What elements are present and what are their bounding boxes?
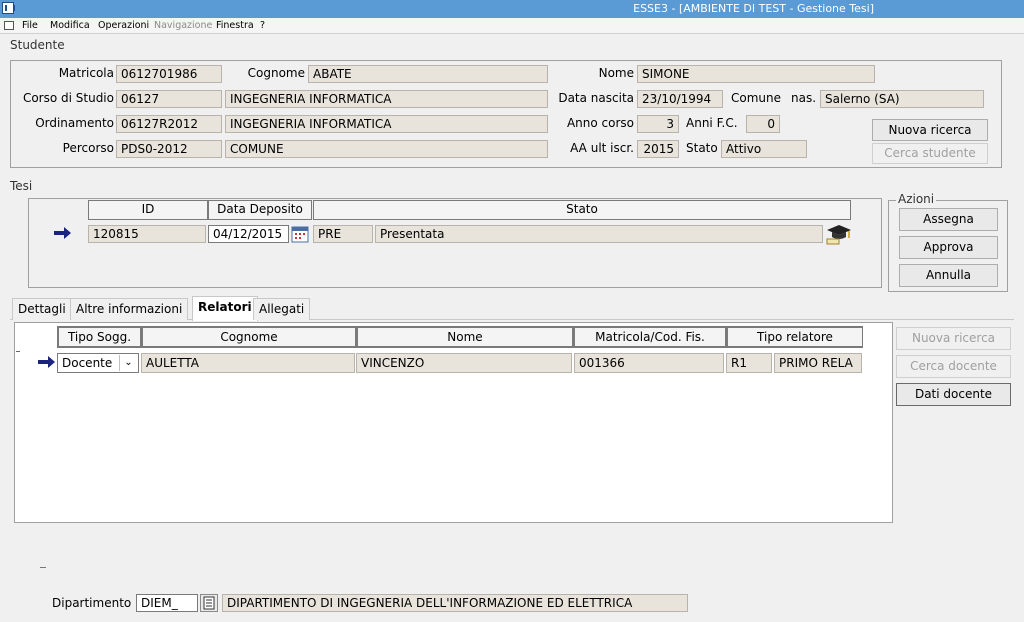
- cerca-docente-button[interactable]: Cerca docente: [896, 355, 1011, 378]
- calendar-icon[interactable]: [291, 225, 309, 243]
- relatore-tipo-code-field[interactable]: R1: [726, 353, 772, 373]
- lookup-list-icon[interactable]: [200, 594, 218, 612]
- relatore-tipo-desc-field[interactable]: PRIMO RELA: [774, 353, 862, 373]
- percorso-desc-field[interactable]: COMUNE: [225, 140, 548, 158]
- nas-label: nas.: [791, 91, 817, 105]
- approva-button[interactable]: Approva: [899, 236, 998, 259]
- cerca-studente-button[interactable]: Cerca studente: [872, 143, 988, 164]
- tesi-group-label: Tesi: [10, 179, 33, 193]
- tipo-sogg-value: Docente: [62, 356, 113, 370]
- document-icon[interactable]: [4, 21, 14, 30]
- relatore-row-arrow-icon: [38, 356, 55, 368]
- nuova-ricerca-docente-button[interactable]: Nuova ricerca: [896, 327, 1011, 350]
- tab-relatori[interactable]: Relatori: [192, 296, 258, 321]
- row-indicator-dash: [16, 351, 20, 352]
- tesi-stato-desc-field[interactable]: Presentata: [375, 225, 823, 243]
- nome-field[interactable]: SIMONE: [637, 65, 875, 83]
- cognome-field[interactable]: ABATE: [308, 65, 548, 83]
- relatore-matricola-field[interactable]: 001366: [574, 353, 724, 373]
- anni-fc-label: Anni F.C.: [686, 116, 738, 130]
- menu-bar: File Modifica Operazioni Navigazione Fin…: [0, 18, 1024, 34]
- anno-corso-label: Anno corso: [566, 116, 634, 130]
- matricola-field[interactable]: 0612701986: [116, 65, 222, 83]
- matricola-label: Matricola: [58, 66, 114, 80]
- graduation-cap-icon[interactable]: [825, 222, 853, 246]
- anni-fc-field[interactable]: 0: [746, 115, 780, 133]
- ordinamento-code-field[interactable]: 06127R2012: [116, 115, 222, 133]
- dipartimento-code-field[interactable]: DIEM_: [136, 594, 198, 612]
- separator-dash: [40, 567, 46, 568]
- relatori-col-nome: Nome: [356, 326, 573, 348]
- dati-docente-button[interactable]: Dati docente: [896, 383, 1011, 406]
- current-row-arrow-icon: [54, 227, 71, 239]
- tesi-col-id: ID: [88, 200, 208, 220]
- stato-studente-label: Stato: [686, 141, 718, 155]
- title-bar: ESSE3 - [AMBIENTE DI TEST - Gestione Tes…: [0, 0, 1024, 18]
- ordinamento-desc-field[interactable]: INGEGNERIA INFORMATICA: [225, 115, 548, 133]
- tab-allegati[interactable]: Allegati: [253, 298, 311, 320]
- studente-group-label: Studente: [10, 38, 65, 52]
- menu-help[interactable]: ?: [260, 20, 265, 31]
- percorso-code-field[interactable]: PDS0-2012: [116, 140, 222, 158]
- dipartimento-desc-field[interactable]: DIPARTIMENTO DI INGEGNERIA DELL'INFORMAZ…: [222, 594, 688, 612]
- tab-altre-informazioni[interactable]: Altre informazioni: [70, 298, 189, 320]
- data-nascita-label: Data nascita: [558, 91, 634, 105]
- menu-modifica[interactable]: Modifica: [50, 20, 90, 31]
- relatore-nome-field[interactable]: VINCENZO: [356, 353, 572, 373]
- percorso-label: Percorso: [62, 141, 114, 155]
- corso-label: Corso di Studio: [22, 91, 114, 105]
- ordinamento-label: Ordinamento: [35, 116, 114, 130]
- menu-operazioni[interactable]: Operazioni: [98, 20, 149, 31]
- chevron-down-icon[interactable]: ⌄: [119, 355, 137, 371]
- tesi-col-data-deposito: Data Deposito: [208, 200, 312, 220]
- relatori-col-matricola: Matricola/Cod. Fis.: [573, 326, 726, 348]
- stato-studente-field[interactable]: Attivo: [721, 140, 807, 158]
- tesi-data-deposito-field[interactable]: 04/12/2015: [208, 225, 289, 243]
- nome-label: Nome: [598, 66, 634, 80]
- relatore-cognome-field[interactable]: AULETTA: [141, 353, 355, 373]
- menu-finestra[interactable]: Finestra: [216, 20, 254, 31]
- nuova-ricerca-studente-button[interactable]: Nuova ricerca: [872, 119, 988, 141]
- cognome-label: Cognome: [247, 66, 305, 80]
- aa-field[interactable]: 2015: [637, 140, 679, 158]
- dipartimento-label: Dipartimento: [52, 596, 132, 610]
- relatori-col-tipo-sogg: Tipo Sogg.: [57, 326, 141, 348]
- azioni-label: Azioni: [896, 192, 937, 206]
- tesi-col-stato: Stato: [313, 200, 851, 220]
- data-nascita-field[interactable]: 23/10/1994: [637, 90, 723, 108]
- comune-label: Comune: [731, 91, 782, 105]
- tesi-id-field[interactable]: 120815: [88, 225, 206, 243]
- corso-code-field[interactable]: 06127: [116, 90, 222, 108]
- corso-desc-field[interactable]: INGEGNERIA INFORMATICA: [225, 90, 548, 108]
- relatori-col-cognome: Cognome: [141, 326, 356, 348]
- anno-corso-field[interactable]: 3: [637, 115, 679, 133]
- tesi-stato-code-field[interactable]: PRE: [313, 225, 373, 243]
- comune-field[interactable]: Salerno (SA): [820, 90, 984, 108]
- window-title: ESSE3 - [AMBIENTE DI TEST - Gestione Tes…: [633, 2, 874, 15]
- annulla-button[interactable]: Annulla: [899, 264, 998, 287]
- relatori-col-tipo-relatore: Tipo relatore: [726, 326, 863, 348]
- menu-navigazione[interactable]: Navigazione: [154, 20, 212, 31]
- menu-file[interactable]: File: [22, 20, 38, 31]
- aa-label: AA ult iscr.: [570, 141, 634, 155]
- assegna-button[interactable]: Assegna: [899, 208, 998, 231]
- tab-dettagli[interactable]: Dettagli: [12, 298, 72, 320]
